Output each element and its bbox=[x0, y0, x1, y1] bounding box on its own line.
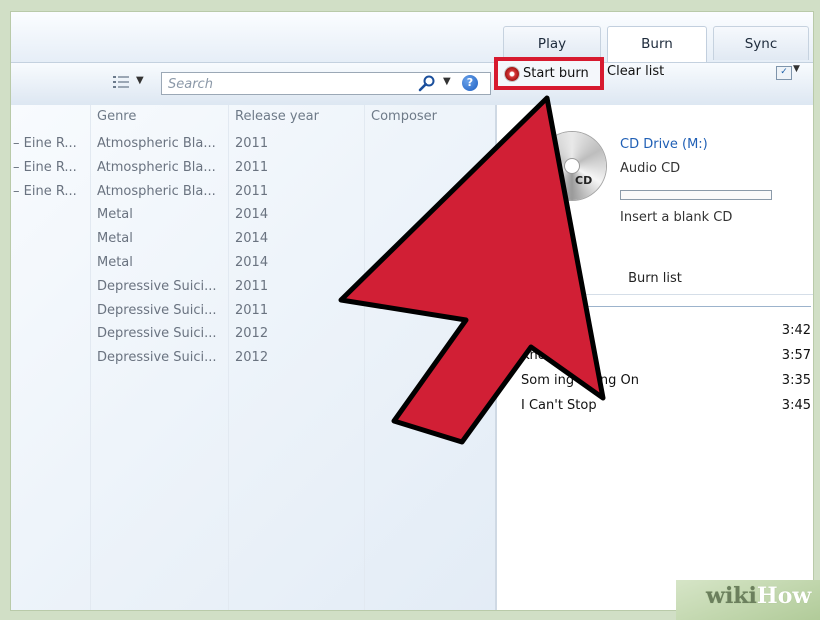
wikihow-watermark: wikiHow bbox=[676, 580, 820, 620]
library-row[interactable]: Metal 2014 bbox=[11, 204, 495, 228]
burn-pane: CD CD Drive (M:) Audio CD Insert a blank… bbox=[497, 105, 813, 610]
track-title: Knows bbox=[521, 348, 564, 363]
library-cell-year: 2014 bbox=[235, 254, 269, 270]
library-rows: – Eine R... Atmospheric Bla... 2011– Eine … bbox=[11, 133, 495, 371]
list-options-dropdown-icon[interactable]: ▼ bbox=[793, 64, 800, 74]
library-list: Genre Release year Composer – Eine R... A… bbox=[11, 105, 495, 610]
burn-list-track[interactable]: I Can't Stop 3:45 bbox=[497, 398, 813, 418]
library-cell-genre: Metal bbox=[97, 254, 133, 270]
library-row[interactable]: – Eine R... Atmospheric Bla... 2011 bbox=[11, 133, 495, 157]
track-duration: 3:42 bbox=[781, 323, 811, 338]
insert-disc-message: Insert a blank CD bbox=[620, 210, 733, 225]
library-row[interactable]: Depressive Suici... 2012 bbox=[11, 347, 495, 371]
library-cell-genre: Metal bbox=[97, 207, 133, 223]
library-cell-genre: Depressive Suici... bbox=[97, 326, 217, 342]
library-cell-genre: Atmospheric Bla... bbox=[97, 183, 216, 199]
library-row[interactable]: Metal 2014 bbox=[11, 252, 495, 276]
burn-list-track[interactable]: Som ing Going On 3:35 bbox=[497, 373, 813, 393]
track-duration: 3:57 bbox=[781, 348, 811, 363]
tab-play[interactable]: Play bbox=[503, 26, 601, 60]
library-cell-genre: Depressive Suici... bbox=[97, 278, 217, 294]
library-cell-year: 2011 bbox=[235, 159, 269, 175]
track-title: I Can't Stop bbox=[521, 398, 597, 413]
library-cell-year: 2011 bbox=[235, 278, 269, 294]
disc-type-label: Audio CD bbox=[620, 161, 681, 176]
cd-disc-label: CD bbox=[575, 174, 593, 187]
library-cell-genre: Atmospheric Bla... bbox=[97, 159, 216, 175]
library-cell-genre: Metal bbox=[97, 231, 133, 247]
list-options-icon[interactable]: ✓ bbox=[776, 66, 792, 80]
library-row[interactable]: Metal 2014 bbox=[11, 228, 495, 252]
burn-list-track[interactable]: Knows 3:57 bbox=[497, 348, 813, 368]
search-input[interactable] bbox=[166, 75, 415, 94]
library-cell-genre: Depressive Suici... bbox=[97, 350, 217, 366]
start-burn-label: Start burn bbox=[523, 66, 589, 81]
drive-name-link[interactable]: CD Drive (M:) bbox=[620, 137, 708, 152]
tab-sync[interactable]: Sync bbox=[713, 26, 809, 60]
library-cell-genre: Depressive Suici... bbox=[97, 302, 217, 318]
library-row[interactable]: – Eine R... Atmospheric Bla... 2011 bbox=[11, 181, 495, 205]
burn-list-group[interactable]: 15:02) bbox=[511, 298, 811, 316]
column-header-composer[interactable]: Composer bbox=[365, 105, 495, 129]
media-player-window: Play Burn Sync ▼ ▼ ? Genre Release year … bbox=[11, 12, 813, 610]
library-row[interactable]: Depressive Suici... 2012 bbox=[11, 323, 495, 347]
track-duration: 3:35 bbox=[781, 373, 811, 388]
burn-list-group-label: 15:02) bbox=[511, 298, 558, 313]
burn-list-divider bbox=[497, 294, 813, 295]
column-header-release-year[interactable]: Release year bbox=[229, 105, 365, 129]
library-row[interactable]: Depressive Suici... 2011 bbox=[11, 276, 495, 300]
library-cell-album: – Eine R... bbox=[13, 159, 77, 175]
library-cell-album: – Eine R... bbox=[13, 183, 77, 199]
toolbar: ▼ ▼ ? bbox=[11, 62, 813, 106]
start-burn-button[interactable]: Start burn bbox=[494, 57, 604, 90]
track-title: Som ing Going On bbox=[521, 373, 639, 388]
library-cell-year: 2011 bbox=[235, 183, 269, 199]
search-box: ▼ ? bbox=[161, 72, 491, 95]
tab-strip: Play Burn Sync bbox=[11, 12, 813, 63]
burn-list-title: Burn list bbox=[628, 271, 682, 286]
help-icon[interactable]: ? bbox=[462, 75, 478, 91]
cd-disc-icon: CD bbox=[538, 132, 606, 200]
library-cell-year: 2014 bbox=[235, 231, 269, 247]
search-dropdown-icon[interactable]: ▼ bbox=[443, 76, 451, 87]
tab-burn[interactable]: Burn bbox=[607, 26, 707, 63]
library-cell-year: 2012 bbox=[235, 326, 269, 342]
library-row[interactable]: Depressive Suici... 2011 bbox=[11, 300, 495, 324]
view-options-dropdown-icon[interactable]: ▼ bbox=[136, 75, 144, 86]
clear-list-button[interactable]: Clear list bbox=[607, 64, 664, 79]
library-cell-year: 2012 bbox=[235, 350, 269, 366]
track-duration: 3:45 bbox=[781, 398, 811, 413]
library-cell-year: 2011 bbox=[235, 136, 269, 151]
column-header-genre[interactable]: Genre bbox=[91, 105, 229, 129]
track-title: mise bbox=[521, 323, 553, 338]
search-icon[interactable] bbox=[418, 75, 436, 92]
library-row[interactable]: – Eine R... Atmospheric Bla... 2011 bbox=[11, 157, 495, 181]
burn-disc-icon bbox=[505, 67, 519, 81]
list-view-icon[interactable] bbox=[113, 75, 129, 89]
disc-capacity-bar bbox=[620, 190, 772, 200]
library-cell-year: 2011 bbox=[235, 302, 269, 318]
library-cell-genre: Atmospheric Bla... bbox=[97, 136, 216, 151]
library-cell-album: – Eine R... bbox=[13, 136, 77, 151]
library-cell-year: 2014 bbox=[235, 207, 269, 223]
burn-list-track[interactable]: mise 3:42 bbox=[497, 323, 813, 343]
